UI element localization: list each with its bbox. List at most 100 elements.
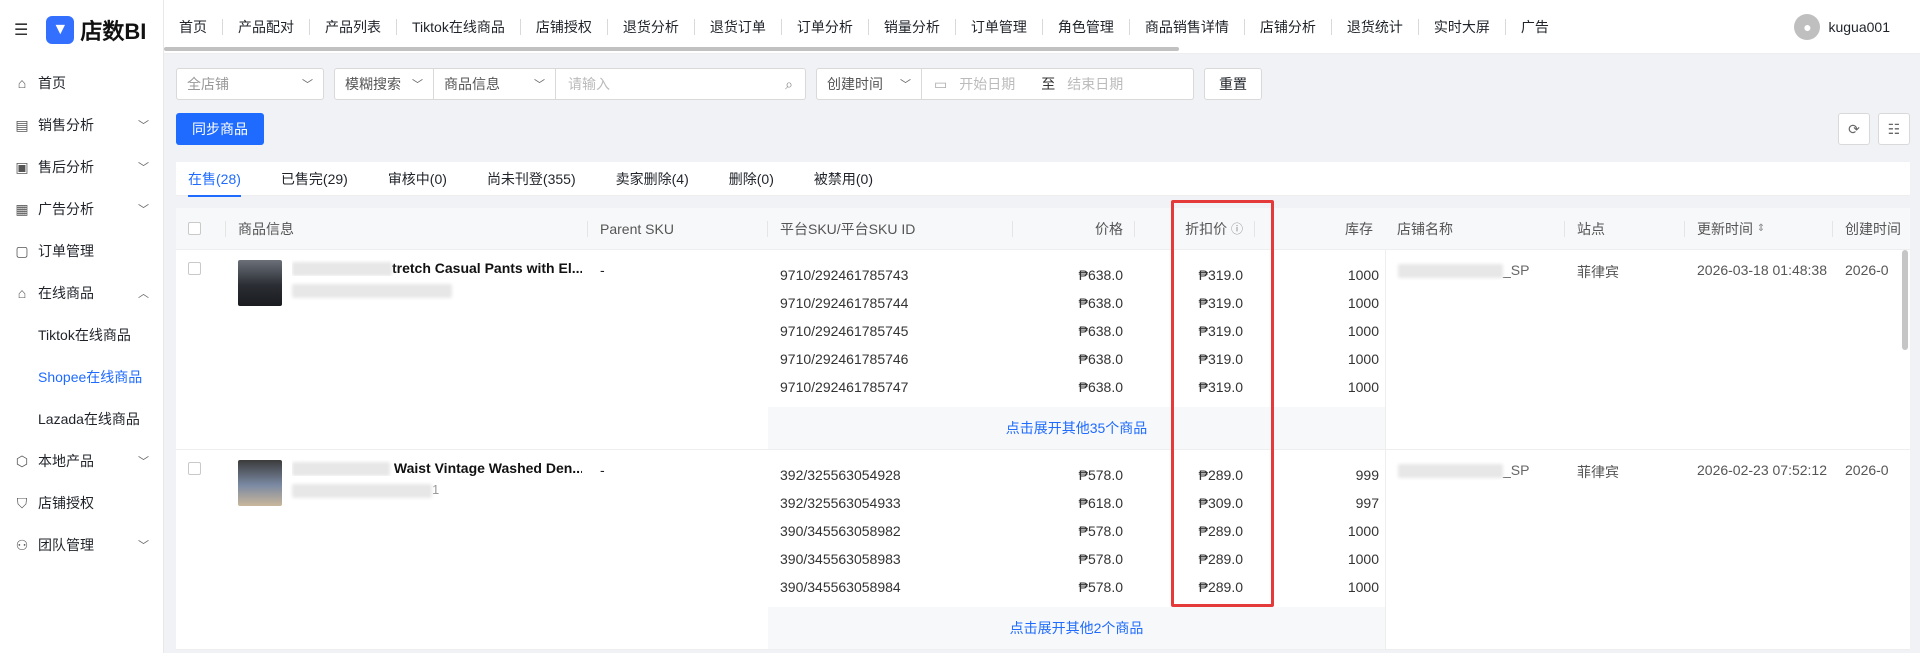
top-nav-scrollbar[interactable] xyxy=(164,47,1179,51)
product-title[interactable]: tretch Casual Pants with El... xyxy=(292,260,582,277)
status-tab[interactable]: 审核中(0) xyxy=(388,162,447,196)
top-nav-tab[interactable]: 销量分析 xyxy=(869,0,955,54)
sync-products-button[interactable]: 同步商品 xyxy=(176,113,264,145)
col-header-stock[interactable]: 库存 xyxy=(1255,208,1385,250)
store-name-cell: _SP xyxy=(1385,250,1565,449)
shield-icon: ⛉ xyxy=(16,494,28,511)
top-nav-tab[interactable]: 订单分析 xyxy=(782,0,868,54)
afterservice-icon: ▣ xyxy=(15,158,29,175)
end-date-input[interactable]: 结束日期 xyxy=(1067,74,1123,94)
sidebar-item-order-management[interactable]: ▢ 订单管理 xyxy=(0,230,163,272)
sidebar-item-ad-analysis[interactable]: ▦ 广告分析 ﹀ xyxy=(0,188,163,230)
status-tab[interactable]: 卖家删除(4) xyxy=(616,162,689,196)
expand-more-link[interactable]: 点击展开其他2个商品 xyxy=(768,607,1385,649)
top-nav-tab[interactable]: 角色管理 xyxy=(1043,0,1129,54)
sidebar-subitem-lazada[interactable]: Lazada在线商品 xyxy=(0,398,163,440)
search-icon[interactable]: ⌕ xyxy=(785,76,793,93)
row-checkbox-cell xyxy=(176,250,226,449)
sort-icon[interactable]: ⇕ xyxy=(1757,223,1765,234)
top-nav-tab[interactable]: 订单管理 xyxy=(956,0,1042,54)
sku-group: 392/325563054928 ₱578.0 ₱289.0 999 392/32556… xyxy=(768,450,1385,649)
updated-cell: 2026-02-23 07:52:12 xyxy=(1697,462,1827,478)
username: kugua001 xyxy=(1828,19,1890,35)
table-header: 商品信息 Parent SKU 平台SKU/平台SKU ID 价格 折扣价 ⓘ … xyxy=(176,208,1910,250)
reset-button[interactable]: 重置 xyxy=(1204,68,1262,100)
expand-more-link[interactable]: 点击展开其他35个商品 xyxy=(768,407,1385,449)
sku-id: 9710/292461785744 xyxy=(780,295,909,311)
sku-line: 9710/292461785747 ₱638.0 ₱319.0 1000 xyxy=(768,373,1385,401)
sku-price: ₱638.0 xyxy=(1078,267,1123,283)
col-header-site[interactable]: 站点 xyxy=(1565,208,1685,250)
top-nav-tab[interactable]: 退货分析 xyxy=(608,0,694,54)
top-nav-tab[interactable]: 商品销售详情 xyxy=(1130,0,1244,54)
sidebar-item-local-products[interactable]: ⬡ 本地产品 ﹀ xyxy=(0,440,163,482)
user-menu[interactable]: ● kugua001 xyxy=(1794,0,1890,54)
hamburger-menu-icon[interactable]: ☰ xyxy=(14,20,28,40)
top-nav-tab[interactable]: 实时大屏 xyxy=(1419,0,1505,54)
col-header-updated[interactable]: 更新时间 ⇕ xyxy=(1685,208,1833,250)
status-tab[interactable]: 已售完(29) xyxy=(281,162,348,196)
status-tab[interactable]: 删除(0) xyxy=(729,162,774,196)
top-nav-tab[interactable]: Tiktok在线商品 xyxy=(397,0,520,54)
col-header-parent-sku[interactable]: Parent SKU xyxy=(588,208,768,250)
sku-line: 390/345563058982 ₱578.0 ₱289.0 1000 xyxy=(768,517,1385,545)
sidebar-item-online-products[interactable]: ⌂ 在线商品 ︿ xyxy=(0,272,163,314)
col-header-store[interactable]: 店铺名称 xyxy=(1385,208,1565,250)
product-title[interactable]: Waist Vintage Washed Den... xyxy=(292,460,582,477)
time-field-select[interactable]: 创建时间 ﹀ xyxy=(816,68,922,100)
top-nav-tab[interactable]: 广告 xyxy=(1506,0,1564,54)
row-checkbox[interactable] xyxy=(188,262,201,275)
col-header-discount[interactable]: 折扣价 ⓘ xyxy=(1135,208,1255,250)
top-nav-tab[interactable]: 产品列表 xyxy=(310,0,396,54)
search-group: 模糊搜索 ﹀ 商品信息 ﹀ 请输入 ⌕ xyxy=(334,68,806,100)
chevron-down-icon: ﹀ xyxy=(138,456,149,468)
sidebar-item-home[interactable]: ⌂ 首页 xyxy=(0,62,163,104)
sku-id: 9710/292461785745 xyxy=(780,323,909,339)
top-nav-tab[interactable]: 产品配对 xyxy=(223,0,309,54)
store-select[interactable]: 全店铺 ﹀ xyxy=(176,68,324,100)
sku-stock: 1000 xyxy=(1347,551,1379,567)
product-thumbnail[interactable] xyxy=(238,260,282,306)
sidebar-item-sales-analysis[interactable]: ▤ 销售分析 ﹀ xyxy=(0,104,163,146)
app-logo[interactable]: ▼ 店数BI xyxy=(46,14,146,46)
col-header-product[interactable]: 商品信息 xyxy=(226,208,588,250)
status-tab[interactable]: 被禁用(0) xyxy=(814,162,873,196)
top-nav-tab[interactable]: 退货订单 xyxy=(695,0,781,54)
sku-line: 9710/292461785745 ₱638.0 ₱319.0 1000 xyxy=(768,317,1385,345)
row-checkbox[interactable] xyxy=(188,462,201,475)
sidebar-subitem-tiktok[interactable]: Tiktok在线商品 xyxy=(0,314,163,356)
sku-id: 390/345563058984 xyxy=(780,579,901,595)
sku-line: 390/345563058983 ₱578.0 ₱289.0 1000 xyxy=(768,545,1385,573)
col-header-created[interactable]: 创建时间 xyxy=(1833,208,1910,250)
table-row: tretch Casual Pants with El... - 9710/29… xyxy=(176,250,1910,450)
select-all-checkbox[interactable] xyxy=(188,222,201,235)
date-range-picker[interactable]: ▭ 开始日期 至 结束日期 xyxy=(922,68,1194,100)
col-header-sku[interactable]: 平台SKU/平台SKU ID xyxy=(768,208,1013,250)
col-header-price[interactable]: 价格 xyxy=(1013,208,1135,250)
search-field-select[interactable]: 商品信息 ﹀ xyxy=(434,68,556,100)
top-nav-tab[interactable]: 首页 xyxy=(164,0,222,54)
search-mode-select[interactable]: 模糊搜索 ﹀ xyxy=(334,68,434,100)
top-nav-tab[interactable]: 店铺分析 xyxy=(1245,0,1331,54)
chevron-down-icon: ﹀ xyxy=(900,79,911,91)
date-filter-group: 创建时间 ﹀ ▭ 开始日期 至 结束日期 xyxy=(816,68,1194,100)
info-icon[interactable]: ⓘ xyxy=(1231,220,1243,237)
sidebar-item-team-management[interactable]: ⚇ 团队管理 ﹀ xyxy=(0,524,163,566)
search-input[interactable]: 请输入 ⌕ xyxy=(556,68,806,100)
sku-id: 390/345563058983 xyxy=(780,551,901,567)
page-scrollbar[interactable] xyxy=(1902,250,1908,350)
start-date-input[interactable]: 开始日期 xyxy=(959,74,1029,94)
sidebar-subitem-shopee[interactable]: Shopee在线商品 xyxy=(0,356,163,398)
status-tab[interactable]: 在售(28) xyxy=(188,162,241,197)
top-nav-tab[interactable]: 店铺授权 xyxy=(521,0,607,54)
search-field-value: 商品信息 xyxy=(444,76,500,92)
sidebar-item-store-auth[interactable]: ⛉ 店铺授权 xyxy=(0,482,163,524)
store-suffix: _SP xyxy=(1503,462,1530,478)
top-nav-tab[interactable]: 退货统计 xyxy=(1332,0,1418,54)
column-settings-icon[interactable]: ☷ xyxy=(1878,113,1910,145)
sku-stock: 1000 xyxy=(1347,323,1379,339)
status-tab[interactable]: 尚未刊登(355) xyxy=(487,162,576,196)
sidebar-item-aftersales-analysis[interactable]: ▣ 售后分析 ﹀ xyxy=(0,146,163,188)
product-thumbnail[interactable] xyxy=(238,460,282,506)
refresh-icon[interactable]: ⟳ xyxy=(1838,113,1870,145)
